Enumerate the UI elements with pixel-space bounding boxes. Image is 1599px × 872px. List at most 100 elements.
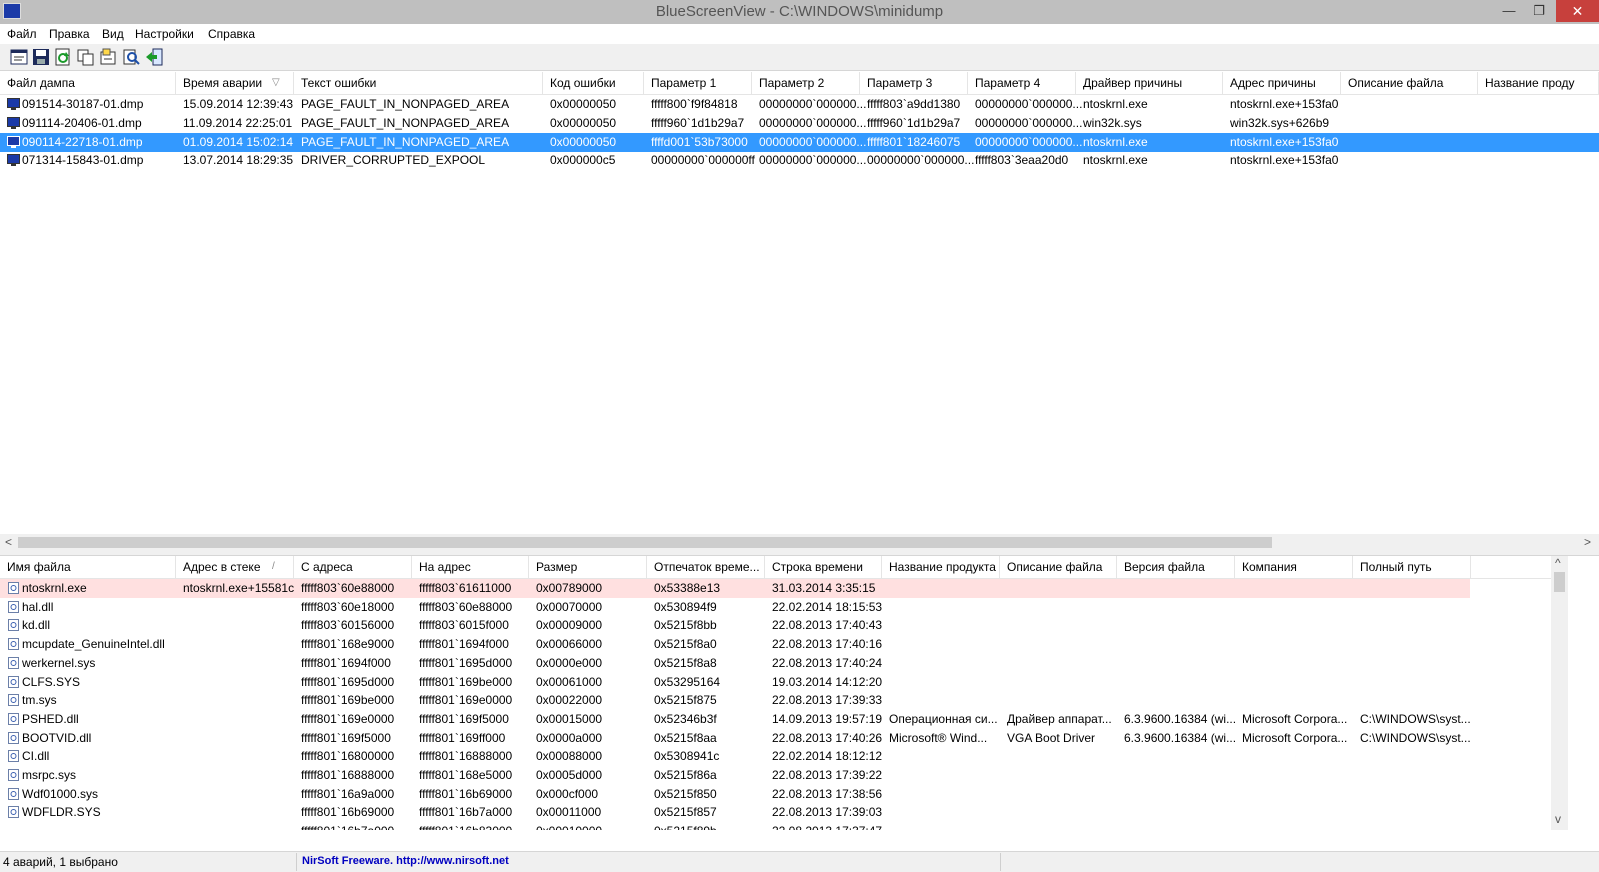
driver-row[interactable]: msrpc.sys fffff801`16888000 fffff801`168e5… [0,766,1551,785]
crash-list-horizontal-scrollbar[interactable]: < > [0,534,1599,551]
menu-help[interactable]: Справка [208,27,255,41]
driver-file-icon [8,712,19,725]
drivers-column-header-1[interactable]: Имя файла [0,556,176,578]
crashes-column-header-2[interactable]: Время аварии ▽ [176,72,294,94]
cell-1: ntoskrnl.exe [22,581,87,595]
driver-row[interactable]: CI.dll fffff801`16800000 fffff801`16888000… [0,747,1551,766]
cell-6: 0x5215f8bb [654,618,717,633]
menu-view[interactable]: Вид [102,27,124,41]
driver-row[interactable]: Wdf01000.sys fffff801`16a9a000 fffff801`16… [0,785,1551,804]
cell-1: msrpc.sys [22,768,76,782]
crashes-column-header-9[interactable]: Драйвер причины [1076,72,1223,94]
driver-row[interactable]: fffff801`16b7a000 fffff801`16b83000 0x0001… [0,822,1551,830]
scroll-up-arrow-icon[interactable]: ^ [1555,556,1561,570]
crashes-column-header-7[interactable]: Параметр 3 [860,72,968,94]
drivers-column-header-4[interactable]: На адрес [412,556,529,578]
crashes-column-header-11[interactable]: Описание файла [1341,72,1478,94]
find-icon[interactable] [122,48,140,66]
cell-4: fffff801`168e5000 [419,768,513,782]
driver-row[interactable]: BOOTVID.dll fffff801`169f5000 fffff801`169… [0,729,1551,748]
crashes-column-header-5[interactable]: Параметр 1 [644,72,752,94]
crash-list-scroll-thumb[interactable] [18,537,1272,548]
drivers-column-header-12[interactable]: Полный путь [1353,556,1471,578]
drivers-column-header-10[interactable]: Версия файла [1117,556,1235,578]
cell-6: 00000000`000000... [759,97,867,111]
copy-icon[interactable] [77,48,95,66]
cell-3: fffff803`60e88000 [301,581,395,595]
close-button[interactable]: ✕ [1556,0,1599,22]
minimize-button[interactable]: — [1495,0,1523,22]
cell-6: 0x530894f9 [654,599,717,614]
cell-7: fffff803`a9dd1380 [867,97,961,111]
dump-file-icon [7,154,20,167]
crashes-column-header-6[interactable]: Параметр 2 [752,72,860,94]
options-icon[interactable] [99,48,117,66]
driver-row[interactable]: CLFS.SYS fffff801`1695d000 fffff801`169be0… [0,673,1551,692]
nirsoft-link[interactable]: NirSoft Freeware. http://www.nirsoft.net [302,855,509,867]
drivers-column-header-11[interactable]: Компания [1235,556,1353,578]
driver-row[interactable]: mcupdate_GenuineIntel.dll fffff801`168e90… [0,635,1551,654]
dump-file-icon [7,116,20,129]
cell-4: 0x00000050 [550,134,617,149]
driver-row[interactable]: PSHED.dll fffff801`169e0000 fffff801`169f5… [0,710,1551,729]
driver-row[interactable]: tm.sys fffff801`169be000 fffff801`169e0000… [0,691,1551,710]
refresh-icon[interactable] [54,48,72,66]
column-header-label: Имя файла [7,560,71,574]
cell-7: 31.03.2014 3:35:15 [772,581,876,595]
driver-row[interactable]: WDFLDR.SYS fffff801`16b69000 fffff801`16b7… [0,803,1551,822]
drivers-column-header-7[interactable]: Строка времени [765,556,882,578]
drivers-column-header-8[interactable]: Название продукта [882,556,1000,578]
cell-7: fffff960`1d1b29a7 [867,115,961,130]
crash-row[interactable]: 090114-22718-01.dmp 01.09.2014 15:02:14 PA… [0,132,1599,152]
driver-file-icon [8,694,19,707]
driver-list-scroll-thumb[interactable] [1554,572,1565,592]
cell-8: 00000000`000000... [975,115,1083,130]
crash-row[interactable]: 091514-30187-01.dmp 15.09.2014 12:39:43 PA… [0,95,1599,114]
cell-10: ntoskrnl.exe+153fa0 [1230,97,1339,111]
driver-list-vertical-scrollbar[interactable]: ^ v [1551,556,1568,830]
driver-row[interactable]: ntoskrnl.exe ntoskrnl.exe+15581c fffff803`… [0,579,1470,598]
drivers-column-header-9[interactable]: Описание файла [1000,556,1117,578]
cell-6: 0x5215f850 [654,786,717,801]
crashes-column-header-10[interactable]: Адрес причины [1223,72,1341,94]
cell-5: 0x00061000 [536,674,603,689]
drivers-column-header-3[interactable]: С адреса [294,556,412,578]
crashes-column-header-12[interactable]: Название проду [1478,72,1599,94]
cell-1: mcupdate_GenuineIntel.dll [22,637,165,652]
menu-edit[interactable]: Правка [49,27,90,41]
cell-3: fffff801`168e9000 [301,637,395,652]
cell-5: fffff960`1d1b29a7 [651,115,745,130]
crashes-column-header-8[interactable]: Параметр 4 [968,72,1076,94]
cell-6: 00000000`000000... [759,134,867,149]
cell-6: 0x52346b3f [654,711,717,726]
crash-row[interactable]: 071314-15843-01.dmp 13.07.2014 18:29:35 DR… [0,151,1599,170]
crashes-column-header-1[interactable]: Файл дампа [0,72,176,94]
driver-row[interactable]: kd.dll fffff803`60156000 fffff803`6015f000… [0,616,1551,635]
maximize-button[interactable]: ❐ [1525,0,1553,22]
cell-2: 15.09.2014 12:39:43 [183,97,294,111]
exit-icon[interactable] [145,48,163,66]
cell-4: 0x000000c5 [550,153,616,168]
column-header-label: Строка времени [772,560,864,574]
scroll-left-arrow-icon[interactable]: < [5,534,12,550]
drivers-column-header-2[interactable]: Адрес в стеке / [176,556,294,578]
scroll-right-arrow-icon[interactable]: > [1584,534,1591,550]
scroll-down-arrow-icon[interactable]: v [1555,812,1561,826]
driver-row[interactable]: werkernel.sys fffff801`1694f000 fffff801`1… [0,654,1551,673]
drivers-column-header-6[interactable]: Отпечаток време... [647,556,765,578]
drivers-column-header-5[interactable]: Размер [529,556,647,578]
driver-row[interactable]: hal.dll fffff803`60e18000 fffff803`60e8800… [0,598,1551,617]
menu-file[interactable]: Файл [7,27,37,41]
sort-indicator-icon: ▽ [272,77,280,88]
driver-file-icon [8,619,19,632]
menu-options[interactable]: Настройки [135,27,194,41]
crashes-column-header-3[interactable]: Текст ошибки [294,72,543,94]
crash-list[interactable]: Файл дампа Время аварии ▽ Текст ошибки Код о… [0,72,1599,534]
properties-window-icon[interactable] [10,48,28,66]
driver-list[interactable]: Имя файла Адрес в стеке / С адреса На адрес Р… [0,556,1551,830]
crashes-column-header-4[interactable]: Код ошибки [543,72,644,94]
crash-row[interactable]: 091114-20406-01.dmp 11.09.2014 22:25:01 PA… [0,114,1599,133]
cell-5: 0x00009000 [536,618,603,633]
cell-1: CLFS.SYS [22,674,81,689]
save-icon[interactable] [32,48,50,66]
